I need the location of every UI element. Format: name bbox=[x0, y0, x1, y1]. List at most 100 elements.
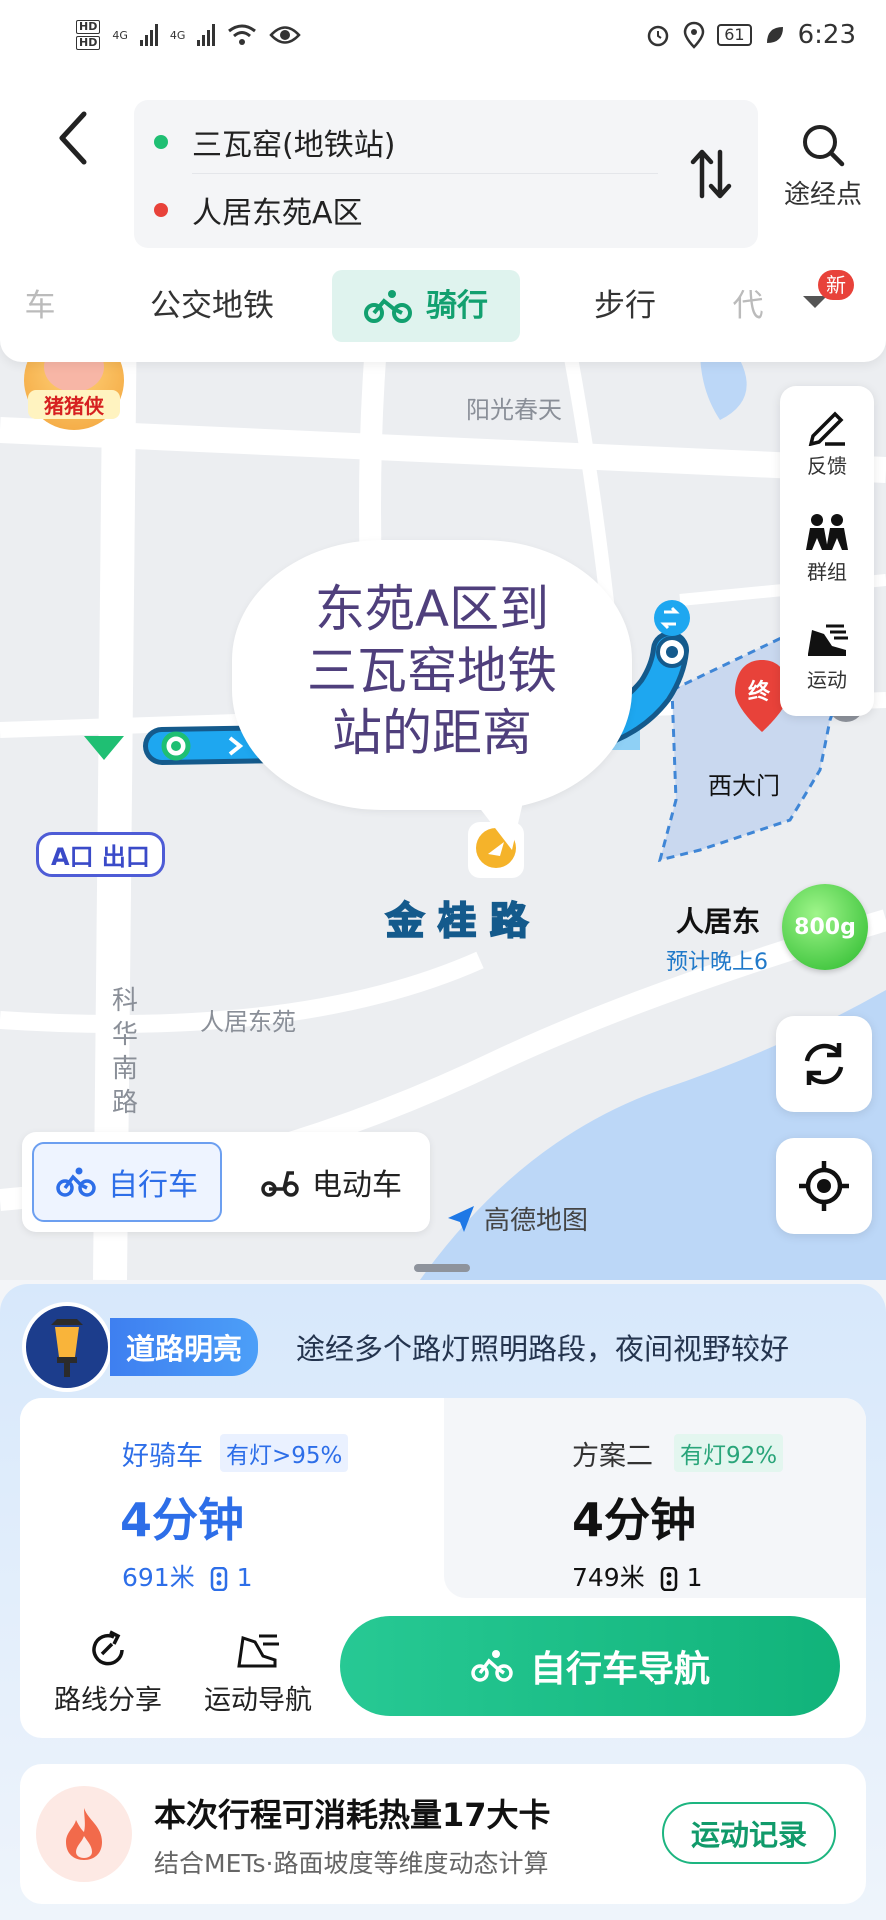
sport-label: 运动 bbox=[807, 668, 847, 692]
share-route-button[interactable]: 路线分享 bbox=[38, 1628, 178, 1717]
bicycle-icon bbox=[364, 290, 412, 323]
wifi-icon bbox=[228, 24, 257, 45]
plan-option-2[interactable]: 方案二 有灯92% 4分钟 749米 1 bbox=[444, 1398, 866, 1598]
sport-button[interactable]: 运动 bbox=[780, 620, 874, 693]
plan-1-title: 好骑车 bbox=[122, 1441, 203, 1472]
lamp-icon bbox=[51, 1319, 83, 1377]
amap-brand: 高德地图 bbox=[446, 1200, 588, 1237]
eye-icon bbox=[269, 26, 302, 44]
energy-ball-badge[interactable]: 800g bbox=[782, 884, 868, 970]
status-right: 61 6:23 bbox=[645, 20, 856, 50]
mode-ebike-label: 电动车 bbox=[312, 1168, 402, 1203]
map-label-yangguang: 阳光春天 bbox=[466, 396, 562, 424]
calorie-subtitle: 结合METs·路面坡度等维度动态计算 bbox=[154, 1849, 549, 1878]
refresh-button[interactable] bbox=[776, 1016, 872, 1112]
sport-record-label: 运动记录 bbox=[690, 1818, 807, 1852]
plan-2-lights: 1 bbox=[686, 1563, 703, 1592]
alarm-icon bbox=[648, 25, 669, 47]
refresh-icon bbox=[804, 1043, 844, 1085]
group-label: 群组 bbox=[807, 560, 847, 584]
battery-indicator: 61 bbox=[717, 24, 752, 46]
signal-1-icon bbox=[139, 24, 158, 46]
mode-bicycle[interactable]: 自行车 bbox=[32, 1142, 222, 1222]
signal-1-type: 4G bbox=[112, 28, 128, 42]
plan-1-tag: 有灯>95% bbox=[220, 1434, 349, 1472]
brand-text: 高德地图 bbox=[484, 1206, 589, 1236]
back-arrow-icon[interactable] bbox=[50, 108, 100, 168]
plan-option-1[interactable]: 好骑车 有灯>95% 4分钟 691米 1 bbox=[20, 1398, 444, 1598]
traffic-light-icon bbox=[210, 1566, 227, 1592]
transport-tabs: 车 公交地铁 骑行 步行 代 新 bbox=[0, 270, 886, 342]
tab-walking[interactable]: 步行 bbox=[570, 270, 680, 342]
plan-2-title: 方案二 bbox=[572, 1441, 653, 1472]
plan-2-tag: 有灯92% bbox=[674, 1434, 784, 1472]
via-point-button[interactable]: 途经点 bbox=[776, 122, 870, 211]
annotation-text: 东苑A区到 三瓦窑地铁 站的距离 bbox=[232, 578, 632, 764]
tab-cycling[interactable]: 骑行 bbox=[332, 270, 520, 342]
origin-field[interactable]: 三瓦窑(地铁站) bbox=[154, 120, 395, 164]
road-bright-badge: 道路明亮 bbox=[110, 1318, 259, 1376]
traffic-light-icon bbox=[660, 1566, 677, 1592]
leaf-icon bbox=[766, 27, 783, 43]
annotation-line: 站的距离 bbox=[332, 704, 532, 762]
locate-me-button[interactable] bbox=[776, 1138, 872, 1234]
annotation-line: 三瓦窑地铁 bbox=[307, 642, 557, 700]
signal-2-icon bbox=[197, 24, 216, 46]
sheet-drag-handle[interactable] bbox=[414, 1264, 470, 1272]
annotation-line: 东苑A区到 bbox=[314, 580, 550, 638]
swap-icon[interactable] bbox=[688, 144, 734, 204]
origin-dot-icon bbox=[154, 135, 168, 149]
destination-field[interactable]: 人居东苑A区 bbox=[154, 188, 363, 232]
calorie-title: 本次行程可消耗热量17大卡 bbox=[154, 1796, 551, 1834]
west-gate-label: 西大门 bbox=[708, 772, 780, 800]
location-icon bbox=[683, 21, 705, 49]
plan-1-time: 4分钟 bbox=[120, 1493, 245, 1547]
sport-nav-button[interactable]: 运动导航 bbox=[188, 1628, 328, 1717]
sport-shoe-icon bbox=[808, 624, 848, 656]
route-header: 三瓦窑(地铁站) 人居东苑A区 途经点 车 公交地铁 骑行 步行 代 新 bbox=[0, 70, 886, 362]
tab-car-label: 车 bbox=[24, 288, 56, 324]
signal-2-type: 4G bbox=[169, 28, 186, 42]
sport-nav-label: 运动导航 bbox=[204, 1685, 312, 1716]
mascot-text: 猪猪侠 bbox=[28, 390, 120, 419]
status-left: HD HD 4G 4G bbox=[76, 20, 302, 50]
tab-cycling-label: 骑行 bbox=[426, 288, 488, 324]
destination-text: 人居东苑A区 bbox=[192, 196, 363, 231]
plan-1-meta: 691米 1 bbox=[122, 1558, 253, 1594]
bubble-tail bbox=[458, 780, 528, 850]
bicycle-icon bbox=[56, 1167, 96, 1197]
route-sheet: 道路明亮 途经多个路灯照明路段，夜间视野较好 好骑车 有灯>95% 4分钟 69… bbox=[0, 1284, 886, 1920]
hd-icon: HD bbox=[76, 36, 101, 50]
tab-car[interactable]: 车 bbox=[0, 270, 80, 342]
sport-record-button[interactable]: 运动记录 bbox=[662, 1802, 836, 1864]
map-label-kehua: 科华南路 bbox=[111, 986, 138, 1118]
road-name-label: 金桂路 bbox=[385, 898, 543, 944]
group-button[interactable]: 群组 bbox=[780, 512, 874, 585]
hd-icon: HD bbox=[76, 20, 101, 34]
hd-icons: HD HD bbox=[76, 20, 101, 50]
end-marker-label: 终 bbox=[748, 680, 771, 705]
map-view[interactable]: 南 等 路 阳光春天 科华南路 人居东苑 猪猪侠 东苑A区到 三瓦窑地铁 站的距… bbox=[0, 300, 886, 1280]
bike-parking-marker[interactable] bbox=[654, 600, 690, 636]
bike-navigation-button[interactable]: 自行车导航 bbox=[340, 1616, 840, 1716]
route-divider bbox=[192, 173, 658, 174]
exit-tag[interactable]: A口 出口 bbox=[36, 832, 165, 877]
tab-transit-label: 公交地铁 bbox=[150, 288, 274, 324]
via-label: 途经点 bbox=[783, 180, 862, 210]
pen-icon bbox=[808, 411, 845, 446]
plan-2-time: 4分钟 bbox=[572, 1493, 697, 1547]
road-bright-desc: 途经多个路灯照明路段，夜间视野较好 bbox=[296, 1332, 790, 1366]
feedback-button[interactable]: 反馈 bbox=[780, 406, 874, 479]
flame-icon bbox=[36, 1786, 132, 1882]
map-side-controls: 反馈 群组 运动 bbox=[780, 386, 874, 716]
origin-text: 三瓦窑(地铁站) bbox=[192, 128, 396, 163]
tab-walking-label: 步行 bbox=[594, 288, 656, 324]
mode-ebike[interactable]: 电动车 bbox=[242, 1142, 420, 1222]
status-bar: HD HD 4G 4G 61 6:23 bbox=[0, 0, 886, 70]
route-input-box: 三瓦窑(地铁站) 人居东苑A区 bbox=[134, 100, 758, 248]
new-badge: 新 bbox=[818, 270, 854, 300]
share-route-label: 路线分享 bbox=[54, 1685, 162, 1716]
feedback-label: 反馈 bbox=[807, 454, 847, 478]
tab-transit[interactable]: 公交地铁 bbox=[132, 270, 292, 342]
tab-designated-driver[interactable]: 代 bbox=[728, 270, 768, 342]
